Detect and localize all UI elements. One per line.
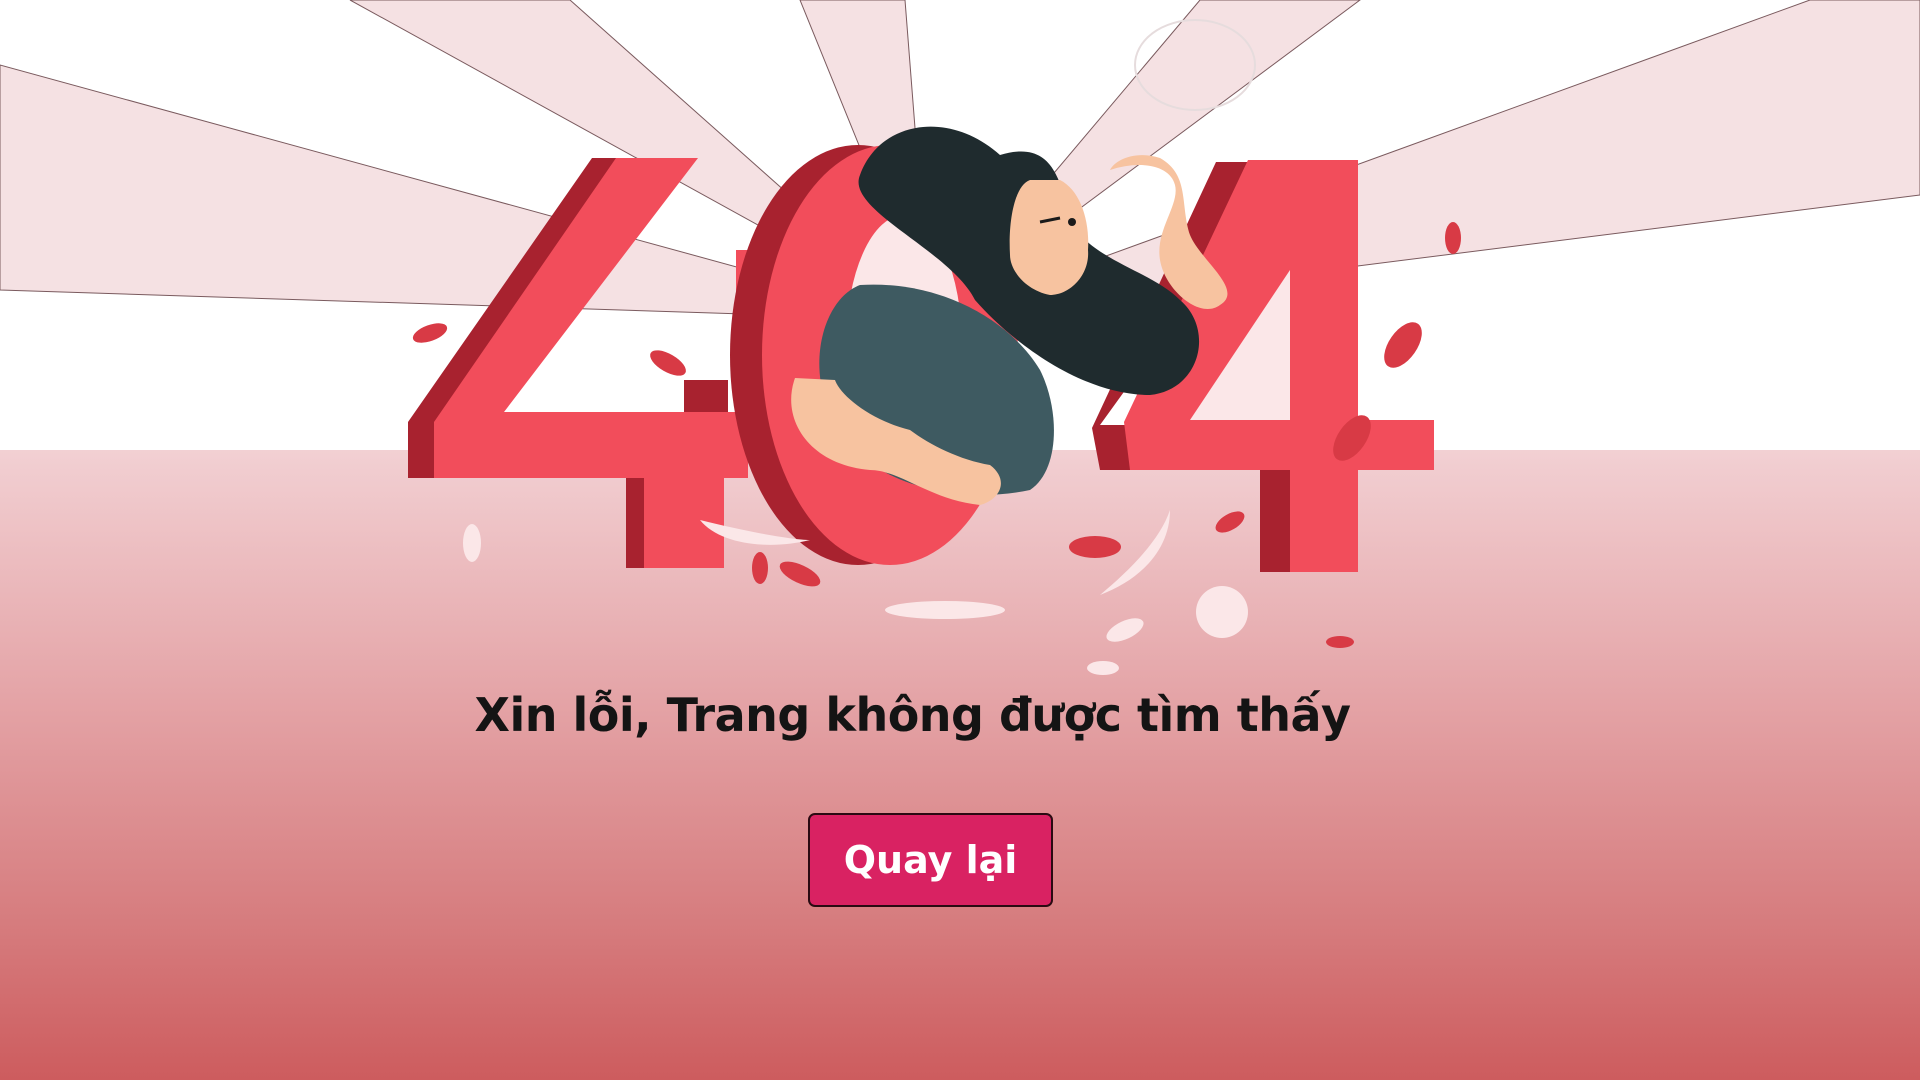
error-message: Xin lỗi, Trang không được tìm thấy — [474, 688, 1351, 742]
back-button[interactable]: Quay lại — [808, 813, 1053, 907]
404-illustration — [0, 0, 1920, 675]
